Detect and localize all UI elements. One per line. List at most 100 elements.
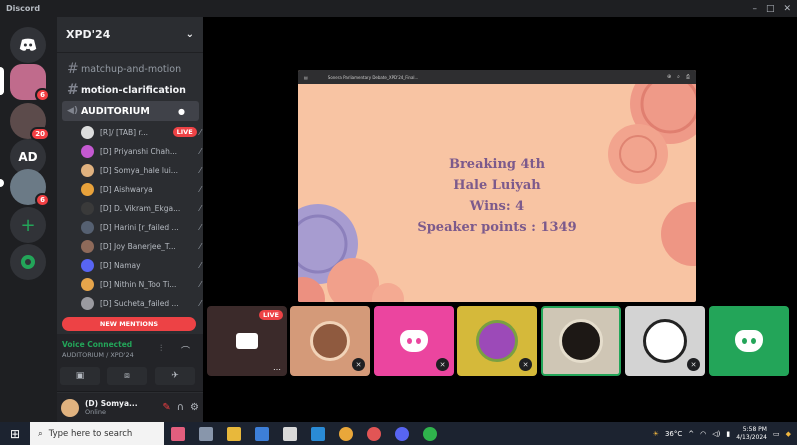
task-view-icon[interactable] (171, 426, 185, 441)
participant-tile[interactable]: ✕ (374, 306, 454, 376)
voice-user[interactable]: [D] Harini [r_failed ... ⁄ (81, 217, 201, 237)
chrome-icon[interactable] (339, 426, 353, 441)
voice-user-name: [D] Aishwarya (100, 184, 153, 194)
voice-user-name: [D] Harini [r_failed ... (100, 222, 179, 232)
slide-line-2: Hale Luiyah (453, 178, 541, 193)
participant-tile[interactable]: ✕ (457, 306, 537, 376)
chat-icon[interactable]: ● (178, 107, 185, 116)
channel-motion-clarification[interactable]: # motion-clarification (62, 80, 199, 100)
channel-matchup-and-motion[interactable]: # matchup-and-motion (62, 59, 199, 79)
clock[interactable]: 5:58 PM 4/13/2024 (736, 426, 767, 442)
chevron-down-icon: ⌄ (185, 29, 194, 40)
server-xpd-icon[interactable]: 6 (10, 64, 50, 102)
wifi-icon[interactable]: ◠ (700, 430, 706, 438)
print-icon[interactable]: ⎙ (686, 74, 690, 80)
voice-user[interactable]: [D] Sucheta_failed ... ⁄ (81, 293, 201, 313)
voice-user[interactable]: [D] Somya_hale lui... ⁄ (81, 160, 201, 180)
muted-mic-icon: ⁄ (199, 279, 201, 289)
taskbar-search[interactable]: ⌕ Type here to search (30, 422, 164, 445)
voice-user-name: [D] Sucheta_failed ... (100, 298, 179, 308)
server-tried-icon[interactable]: 20 (10, 103, 50, 141)
video-button[interactable]: ▣ (60, 367, 100, 385)
avatar (559, 319, 603, 363)
screen-share-view[interactable]: ▤ Sonera Parliamentary Debate_XPD'24_Fin… (298, 70, 696, 302)
avatar (81, 258, 94, 272)
screen-share-button[interactable]: ⧈ (107, 367, 147, 385)
voice-user[interactable]: [D] Nithin N_Too Ti... ⁄ (81, 274, 201, 294)
voice-user[interactable]: [D] D. Vikram_Ekga... ⁄ (81, 198, 201, 218)
whatsapp-icon[interactable] (423, 426, 437, 441)
minimize-button[interactable]: – (752, 4, 757, 14)
unread-badge: 6 (35, 88, 50, 102)
sidebar-toggle-icon[interactable]: ▤ (304, 75, 308, 80)
discover-icon[interactable] (10, 244, 46, 280)
participant-tile[interactable]: ✕ (290, 306, 370, 376)
voice-user-name: [D] Namay (100, 260, 141, 270)
discord-icon[interactable] (395, 426, 409, 441)
chrome-icon[interactable] (367, 426, 381, 441)
tray-chevron-icon[interactable]: ^ (688, 430, 694, 438)
weather-icon[interactable]: ☀ (653, 430, 659, 438)
store-icon[interactable] (255, 426, 269, 441)
weather-temp[interactable]: 36°C (665, 430, 682, 438)
document-title: Sonera Parliamentary Debate_XPD'24_Final… (327, 74, 419, 80)
stream-tile[interactable]: LIVE … (207, 306, 287, 376)
avatar[interactable] (61, 398, 79, 417)
close-button[interactable]: ✕ (783, 4, 791, 14)
channel-label: matchup-and-motion (81, 63, 182, 75)
clock-time: 5:58 PM (742, 425, 767, 433)
server-image-icon[interactable]: 6 (10, 169, 50, 207)
participant-tile-speaking[interactable] (541, 306, 621, 376)
voice-user[interactable]: [D] Joy Banerjee_T... ⁄ (81, 236, 201, 256)
more-icon[interactable]: … (273, 363, 281, 372)
muted-icon: ✕ (436, 358, 449, 371)
voice-status: Voice Connected (62, 340, 133, 349)
voice-user-name: [D] Priyanshi Chah... (100, 146, 177, 156)
maximize-button[interactable]: □ (766, 4, 775, 14)
add-server-icon[interactable]: + (10, 207, 46, 243)
windows-start-icon[interactable]: ⊞ (0, 427, 30, 441)
file-explorer-icon[interactable] (227, 426, 241, 441)
slide-line-4: Speaker points : 1349 (417, 220, 577, 235)
voice-user-name: [D] D. Vikram_Ekga... (100, 203, 181, 213)
voice-user-name: [D] Joy Banerjee_T... (100, 241, 176, 251)
volume-icon[interactable]: ◁) (712, 430, 720, 438)
pdf-toolbar: ▤ Sonera Parliamentary Debate_XPD'24_Fin… (298, 70, 696, 84)
new-mentions-button[interactable]: NEW MENTIONS (62, 317, 196, 331)
participant-tiles: LIVE … ✕ ✕ ✕ ✕ (203, 306, 797, 376)
voice-user[interactable]: [D] Aishwarya ⁄ (81, 179, 201, 199)
mute-icon[interactable]: ✎ (162, 402, 170, 413)
disconnect-icon[interactable]: ⌒ (181, 344, 190, 357)
voice-user[interactable]: [D] Namay ⁄ (81, 255, 201, 275)
headset-icon[interactable]: ∩ (177, 402, 184, 413)
voice-user[interactable]: [R]/ [TAB] r... LIVE ⁄ (81, 122, 201, 142)
guild-header[interactable]: XPD'24 ⌄ (57, 17, 203, 53)
widgets-icon[interactable] (199, 426, 213, 441)
discord-home-icon[interactable] (10, 27, 46, 63)
voice-user[interactable]: [D] Priyanshi Chah... ⁄ (81, 141, 201, 161)
video-camera-icon (236, 333, 258, 349)
participant-tile[interactable]: ✕ (625, 306, 705, 376)
vscode-icon[interactable] (311, 426, 325, 441)
server-label: AD (18, 150, 38, 164)
gear-icon[interactable]: ⚙ (190, 402, 199, 413)
search-icon: ⌕ (38, 428, 43, 439)
slide-decoration (298, 84, 696, 302)
zoom-icon[interactable]: ⊕ (667, 74, 671, 80)
copilot-icon[interactable]: ◆ (786, 430, 791, 438)
participant-tile[interactable] (709, 306, 789, 376)
voice-location[interactable]: AUDITORIUM / XPD'24 (62, 351, 134, 359)
muted-mic-icon: ⁄ (199, 184, 201, 194)
voice-channel-auditorium[interactable]: ◀) AUDITORIUM ● (62, 101, 199, 121)
notification-icon[interactable]: ▭ (773, 430, 780, 438)
battery-icon[interactable]: ▮ (726, 430, 730, 438)
files-icon[interactable] (283, 426, 297, 441)
activity-button[interactable]: ✈ (155, 367, 195, 385)
search-icon[interactable]: ⌕ (677, 74, 680, 80)
avatar (476, 320, 518, 362)
noise-suppression-icon[interactable]: ⫶ (160, 344, 162, 354)
avatar (81, 296, 94, 310)
avatar (81, 125, 94, 139)
muted-mic-icon: ⁄ (199, 146, 201, 156)
server-sidebar: 6 20 AD 6 + (0, 17, 57, 422)
